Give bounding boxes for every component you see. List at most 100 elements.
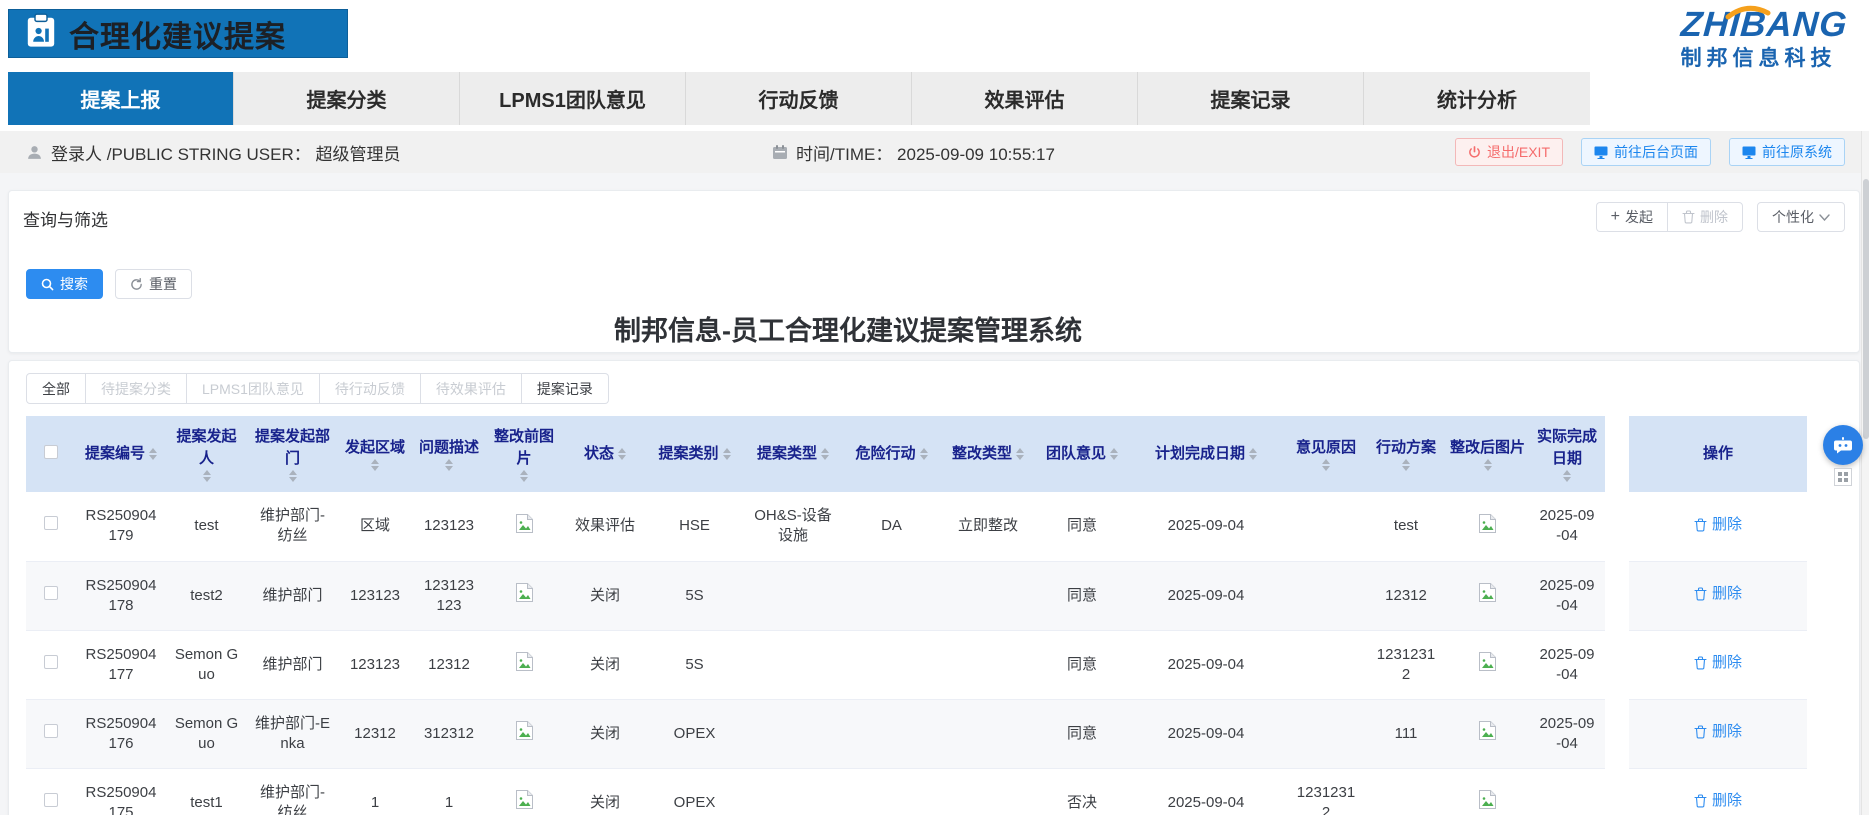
user-info: 登录人 /PUBLIC STRING USER： 超级管理员: [26, 140, 400, 165]
col-header-desc[interactable]: 问题描述: [412, 416, 486, 492]
trash-icon: [1694, 794, 1707, 808]
personalize-button[interactable]: 个性化: [1757, 202, 1845, 232]
row-checkbox-1[interactable]: [44, 586, 58, 600]
col-header-before_img[interactable]: 整改前图片: [486, 416, 562, 492]
cell-area-1: 123123: [338, 561, 412, 630]
row-checkbox-2[interactable]: [44, 655, 58, 669]
col-header-done_date[interactable]: 实际完成日期: [1529, 416, 1617, 492]
status-pill-5[interactable]: 提案记录: [522, 373, 609, 404]
sort-icons-reason[interactable]: [1322, 459, 1330, 471]
image-file-icon[interactable]: [515, 582, 534, 603]
sort-icons-danger[interactable]: [920, 448, 928, 460]
image-file-icon[interactable]: [1478, 513, 1497, 534]
sort-icons-desc[interactable]: [445, 459, 453, 471]
goto-backend-button[interactable]: 前往后台页面: [1581, 138, 1711, 166]
sort-icons-team[interactable]: [1110, 448, 1118, 460]
reset-button[interactable]: 重置: [115, 269, 192, 299]
trash-icon: [1694, 656, 1707, 670]
launch-button-label: 发起: [1625, 207, 1653, 227]
page-scrollbar-thumb[interactable]: [1863, 179, 1869, 439]
cell-team-3: 同意: [1038, 699, 1126, 768]
col-header-rtype[interactable]: 整改类型: [938, 416, 1038, 492]
row-delete-link-0[interactable]: 删除: [1694, 515, 1742, 535]
col-header-category[interactable]: 提案类别: [648, 416, 741, 492]
status-pill-0[interactable]: 全部: [26, 373, 86, 404]
row-delete-link-1[interactable]: 删除: [1694, 584, 1742, 604]
row-delete-link-4[interactable]: 删除: [1694, 791, 1742, 811]
col-header-action[interactable]: 行动方案: [1366, 416, 1446, 492]
cell-area-2: 123123: [338, 630, 412, 699]
tab-6[interactable]: 统计分析: [1364, 72, 1590, 125]
image-file-icon[interactable]: [1478, 789, 1497, 810]
cell-proposer-3: Semon Guo: [166, 699, 247, 768]
status-pill-4[interactable]: 待效果评估: [421, 373, 522, 404]
col-header-area[interactable]: 发起区域: [338, 416, 412, 492]
sort-icons-before_img[interactable]: [520, 470, 528, 482]
cell-desc-4: 1: [412, 768, 486, 815]
sort-icons-ptype[interactable]: [821, 448, 829, 460]
sort-icons-action[interactable]: [1402, 459, 1410, 471]
image-file-icon[interactable]: [1478, 651, 1497, 672]
col-header-proposer[interactable]: 提案发起人: [166, 416, 247, 492]
status-pill-2[interactable]: LPMS1团队意见: [187, 373, 320, 404]
col-header-dept[interactable]: 提案发起部门: [247, 416, 338, 492]
image-file-icon[interactable]: [515, 720, 534, 741]
sort-icons-status[interactable]: [618, 448, 626, 460]
tab-4[interactable]: 效果评估: [912, 72, 1138, 125]
sort-icons-after_img[interactable]: [1484, 459, 1492, 471]
sort-icons-proposer[interactable]: [203, 470, 211, 482]
cell-select-3: [26, 699, 76, 768]
col-header-ptype[interactable]: 提案类型: [741, 416, 845, 492]
cell-ptype-1: [741, 561, 845, 630]
row-delete-link-2[interactable]: 删除: [1694, 653, 1742, 673]
sort-icons-done_date[interactable]: [1563, 470, 1571, 482]
tab-0[interactable]: 提案上报: [8, 72, 234, 125]
sort-icons-code[interactable]: [149, 448, 157, 460]
cell-action-3: 111: [1366, 699, 1446, 768]
clipboard-icon: [25, 13, 57, 54]
sort-icons-category[interactable]: [723, 448, 731, 460]
image-file-icon[interactable]: [1478, 582, 1497, 603]
search-button[interactable]: 搜索: [26, 269, 103, 299]
col-label-proposer: 提案发起人: [170, 426, 243, 470]
col-header-code[interactable]: 提案编号: [76, 416, 166, 492]
trash-icon: [1694, 518, 1707, 532]
row-checkbox-0[interactable]: [44, 516, 58, 530]
col-header-reason[interactable]: 意见原因: [1286, 416, 1366, 492]
tab-1[interactable]: 提案分类: [234, 72, 460, 125]
col-header-team[interactable]: 团队意见: [1038, 416, 1126, 492]
image-file-icon[interactable]: [1478, 720, 1497, 741]
image-file-icon[interactable]: [515, 651, 534, 672]
row-delete-link-3[interactable]: 删除: [1694, 722, 1742, 742]
delete-button[interactable]: 删除: [1667, 202, 1743, 232]
exit-button[interactable]: 退出/EXIT: [1455, 138, 1563, 166]
select-all-checkbox[interactable]: [44, 445, 58, 459]
col-header-after_img[interactable]: 整改后图片: [1446, 416, 1529, 492]
widget-drag-handle[interactable]: [1834, 468, 1852, 486]
sort-icons-plan_date[interactable]: [1249, 448, 1257, 460]
row-checkbox-4[interactable]: [44, 793, 58, 807]
sort-icons-rtype[interactable]: [1016, 448, 1024, 460]
col-header-status[interactable]: 状态: [562, 416, 648, 492]
main-content: 查询与筛选 + 发起 删除 个性化: [0, 173, 1869, 815]
assistant-float-button[interactable]: [1823, 425, 1863, 465]
tab-2[interactable]: LPMS1团队意见: [460, 72, 686, 125]
image-file-icon[interactable]: [515, 789, 534, 810]
sort-icons-area[interactable]: [371, 459, 379, 471]
sort-icons-dept[interactable]: [289, 470, 297, 482]
col-label-ptype: 提案类型: [757, 443, 817, 465]
col-header-plan_date[interactable]: 计划完成日期: [1126, 416, 1286, 492]
status-pill-1[interactable]: 待提案分类: [86, 373, 187, 404]
status-pill-3[interactable]: 待行动反馈: [320, 373, 421, 404]
cell-done_date-0: 2025-09-04: [1529, 492, 1617, 561]
row-checkbox-3[interactable]: [44, 724, 58, 738]
col-header-danger[interactable]: 危险行动: [845, 416, 938, 492]
cell-team-0: 同意: [1038, 492, 1126, 561]
brand-logo: ZHIBANG 制邦信息科技: [1681, 6, 1847, 74]
col-label-category: 提案类别: [658, 443, 718, 465]
goto-origin-button[interactable]: 前往原系统: [1729, 138, 1845, 166]
tab-5[interactable]: 提案记录: [1138, 72, 1364, 125]
tab-3[interactable]: 行动反馈: [686, 72, 912, 125]
image-file-icon[interactable]: [515, 513, 534, 534]
launch-button[interactable]: + 发起: [1596, 202, 1667, 232]
